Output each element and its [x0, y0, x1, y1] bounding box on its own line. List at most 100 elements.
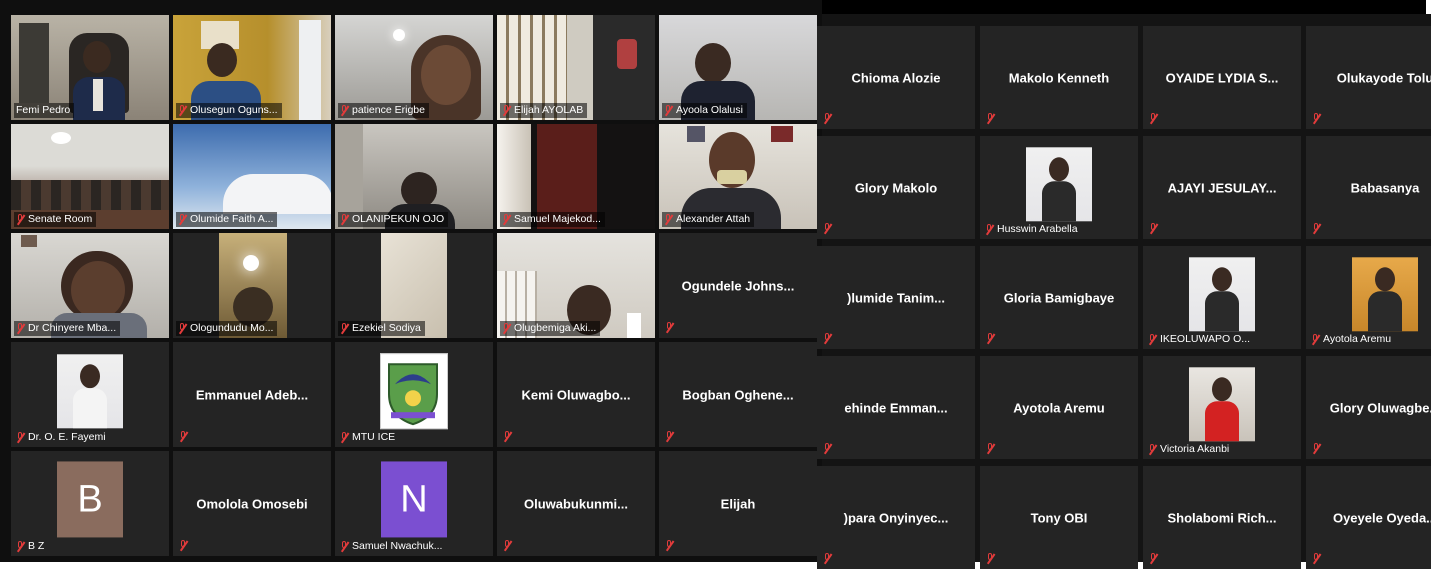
muted-mic-icon [1149, 553, 1158, 564]
participant-tile[interactable]: Elijah [659, 451, 817, 556]
participant-name: patience Erigbe [352, 104, 425, 116]
participant-tile[interactable]: AJAYI JESULAY... [1143, 136, 1301, 239]
participant-name: Glory Oluwagbe... [1329, 400, 1431, 415]
participant-tile[interactable]: Femi Pedro [11, 15, 169, 120]
participant-tile[interactable]: OYAIDE LYDIA S... [1143, 26, 1301, 129]
muted-mic-icon [665, 431, 674, 442]
muted-mic-icon [16, 323, 25, 334]
muted-mic-icon [986, 113, 995, 124]
participant-name: Ogundele Johns... [681, 278, 795, 293]
participant-label: OLANIPEKUN OJO [338, 212, 449, 227]
muted-mic-icon [502, 214, 511, 225]
muted-mic-icon [179, 540, 188, 551]
participant-label: Ayoola Olalusi [662, 103, 747, 118]
participant-tile[interactable]: Chioma Alozie [817, 26, 975, 129]
participant-name: Samuel Nwachuk... [352, 540, 443, 552]
participant-tile[interactable]: Oyeyele Oyeda... [1306, 466, 1431, 569]
profile-photo [1189, 256, 1255, 331]
participant-tile[interactable]: Omolola Omosebi [173, 451, 331, 556]
muted-mic-icon [502, 323, 511, 334]
participant-name: Dr. O. E. Fayemi [28, 431, 106, 443]
participant-tile[interactable]: Elijah AYOLAB [497, 15, 655, 120]
participant-tile[interactable]: patience Erigbe [335, 15, 493, 120]
participant-tile[interactable]: MTU ICE [335, 342, 493, 447]
muted-mic-icon [1148, 334, 1157, 345]
participant-tile[interactable]: Emmanuel Adeb... [173, 342, 331, 447]
participant-tile[interactable]: Ayotola Aremu [980, 356, 1138, 459]
participant-name: Olumide Faith A... [190, 213, 274, 225]
profile-photo [1352, 256, 1418, 331]
participant-tile[interactable]: Makolo Kenneth [980, 26, 1138, 129]
participant-name: Kemi Oluwagbo... [521, 387, 631, 402]
participant-tile[interactable]: IKEOLUWAPO O... [1143, 246, 1301, 349]
muted-mic-icon [665, 540, 674, 551]
participant-name: Oluwabukunmi... [523, 496, 628, 511]
participant-name: Ologundudu Mo... [190, 322, 274, 334]
participant-tile[interactable]: B B Z [11, 451, 169, 556]
participant-label: Ezekiel Sodiya [338, 321, 425, 336]
participant-name: ehinde Emman... [844, 400, 948, 415]
participant-tile[interactable]: Olukayode Tolu [1306, 26, 1431, 129]
participant-tile[interactable]: Olugbemiga Aki... [497, 233, 655, 338]
participant-tile[interactable]: Ezekiel Sodiya [335, 233, 493, 338]
right-gallery-panel: Chioma Alozie Makolo Kenneth OYAIDE LYDIA … [817, 14, 1431, 569]
participant-tile[interactable]: Ayoola Olalusi [659, 15, 817, 120]
participant-tile[interactable]: N Samuel Nwachuk... [335, 451, 493, 556]
participant-tile[interactable]: Olumide Faith A... [173, 124, 331, 229]
muted-mic-icon [986, 443, 995, 454]
participant-label: B Z [14, 539, 48, 554]
profile-photo [1189, 366, 1255, 441]
participant-tile[interactable]: Bogban Oghene... [659, 342, 817, 447]
muted-mic-icon [1312, 223, 1321, 234]
participant-name: Dr Chinyere Mba... [28, 322, 117, 334]
participant-tile[interactable]: Ayotola Aremu [1306, 246, 1431, 349]
muted-mic-icon [178, 323, 187, 334]
participant-name: Bogban Oghene... [682, 387, 794, 402]
participant-tile[interactable]: Glory Makolo [817, 136, 975, 239]
participant-tile[interactable]: Ogundele Johns... [659, 233, 817, 338]
participant-tile[interactable]: Kemi Oluwagbo... [497, 342, 655, 447]
participant-label: Elijah AYOLAB [500, 103, 588, 118]
participant-label: Husswin Arabella [983, 222, 1082, 237]
participant-tile[interactable]: Husswin Arabella [980, 136, 1138, 239]
participant-name: Emmanuel Adeb... [195, 387, 309, 402]
participant-name: Ayotola Aremu [1013, 400, 1105, 415]
participant-tile[interactable]: Senate Room [11, 124, 169, 229]
muted-mic-icon [823, 553, 832, 564]
participant-label: patience Erigbe [338, 103, 429, 118]
participant-tile[interactable]: Glory Oluwagbe... [1306, 356, 1431, 459]
participant-name: Femi Pedro [16, 104, 71, 116]
profile-photo [57, 353, 123, 428]
participant-tile[interactable]: Babasanya [1306, 136, 1431, 239]
participant-name: OLANIPEKUN OJO [352, 213, 445, 225]
participant-tile[interactable]: Sholabomi Rich... [1143, 466, 1301, 569]
participant-tile[interactable]: Victoria Akanbi [1143, 356, 1301, 459]
participant-label: Olumide Faith A... [176, 212, 278, 227]
participant-tile[interactable]: ehinde Emman... [817, 356, 975, 459]
participant-tile[interactable]: Alexander Attah [659, 124, 817, 229]
participant-tile[interactable]: Ologundudu Mo... [173, 233, 331, 338]
participant-tile[interactable]: Samuel Majekod... [497, 124, 655, 229]
participant-tile[interactable]: )para Onyinyec... [817, 466, 975, 569]
muted-mic-icon [1312, 553, 1321, 564]
muted-mic-icon [823, 113, 832, 124]
participant-tile[interactable]: )lumide Tanim... [817, 246, 975, 349]
participant-name: Samuel Majekod... [514, 213, 601, 225]
participant-label: Olugbemiga Aki... [500, 321, 601, 336]
muted-mic-icon [340, 214, 349, 225]
muted-mic-icon [1312, 443, 1321, 454]
participant-tile[interactable]: Oluwabukunmi... [497, 451, 655, 556]
muted-mic-icon [16, 541, 25, 552]
participant-name: Senate Room [28, 213, 93, 225]
participant-tile[interactable]: OLANIPEKUN OJO [335, 124, 493, 229]
participant-tile[interactable]: Olusegun Oguns... [173, 15, 331, 120]
participant-tile[interactable]: Dr Chinyere Mba... [11, 233, 169, 338]
participant-name: Elijah AYOLAB [514, 104, 584, 116]
participant-tile[interactable]: Tony OBI [980, 466, 1138, 569]
participant-name: Husswin Arabella [997, 223, 1078, 235]
participant-name: Olusegun Oguns... [190, 104, 278, 116]
muted-mic-icon [503, 431, 512, 442]
participant-name: OYAIDE LYDIA S... [1165, 70, 1279, 85]
participant-tile[interactable]: Dr. O. E. Fayemi [11, 342, 169, 447]
participant-tile[interactable]: Gloria Bamigbaye [980, 246, 1138, 349]
